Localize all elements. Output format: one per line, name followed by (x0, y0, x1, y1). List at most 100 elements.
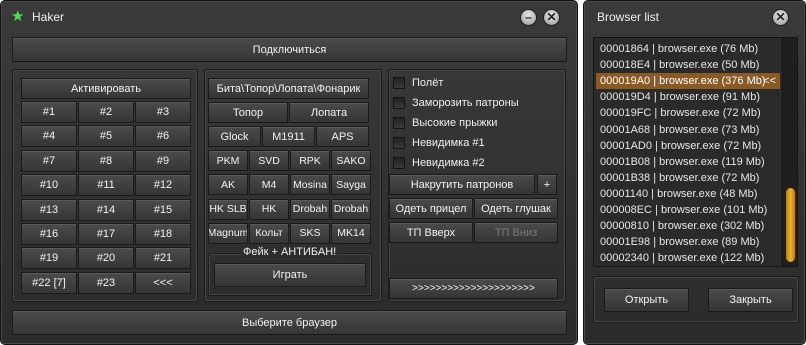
browser-list-item[interactable]: 00001E98 | browser.exe (89 Mb) (596, 234, 776, 250)
number-button[interactable]: #14 (78, 198, 134, 221)
gun-button[interactable]: Sayga (331, 174, 371, 196)
gun-button[interactable]: HK (249, 198, 289, 220)
number-button[interactable]: #16 (21, 223, 77, 245)
number-button[interactable]: #17 (78, 223, 134, 245)
scrollbar-thumb[interactable] (786, 188, 795, 262)
gun-button[interactable]: SKS (290, 222, 330, 244)
browser-list-item[interactable]: 000019D4 | browser.exe (91 Mb) (596, 89, 776, 105)
gun-button[interactable]: Drobah (290, 198, 330, 220)
checkbox-box[interactable] (393, 117, 405, 129)
checkbox-option[interactable]: Заморозить патроны (393, 95, 519, 111)
number-button[interactable]: #2 (78, 101, 134, 123)
tp-down-button[interactable]: ТП Вниз (474, 222, 558, 243)
tp-up-button[interactable]: ТП Вверх (389, 222, 473, 243)
browser-listbox[interactable]: 00001864 | browser.exe (76 Mb) 000018E4 |… (593, 37, 798, 267)
number-button[interactable]: #7 (21, 149, 77, 172)
scrollbar[interactable] (782, 38, 797, 266)
browser-list-item[interactable]: 00001A68 | browser.exe (73 Mb) (596, 122, 776, 138)
open-button[interactable]: Открыть (604, 288, 689, 312)
gun-button[interactable]: PKM (208, 150, 248, 172)
checkbox-option[interactable]: Невидимка #2 (393, 155, 485, 171)
number-button[interactable]: #20 (78, 247, 134, 270)
browser-list-item[interactable]: 00001B38 | browser.exe (72 Mb) (596, 170, 776, 186)
checkbox-option[interactable]: Полёт (393, 75, 443, 91)
number-button[interactable]: #13 (21, 198, 77, 221)
close-button[interactable]: ✕ (543, 9, 560, 26)
number-button[interactable]: #5 (78, 125, 134, 148)
gun-button[interactable]: MK14 (331, 222, 371, 244)
browser-list-item[interactable]: 000008EC | browser.exe (101 Mb) (596, 202, 776, 218)
checkbox-option[interactable]: Невидимка #1 (393, 135, 485, 151)
number-button[interactable]: <<< (135, 271, 191, 294)
number-button[interactable]: #11 (78, 174, 134, 197)
melee-button[interactable]: Бита\Топор\Лопата\Фонарик (208, 78, 369, 99)
gun-button[interactable]: Кольт (249, 222, 289, 244)
shovel-button[interactable]: Лопата (289, 102, 369, 123)
gun-button[interactable]: M4 (249, 174, 289, 196)
browser-list-item[interactable]: 00001AD0 | browser.exe (72 Mb) (596, 138, 776, 154)
browser-list-item[interactable]: 00000810 | browser.exe (302 Mb) (596, 218, 776, 234)
gun-button[interactable]: Magnum (208, 222, 248, 244)
gun-button[interactable]: Mosina (290, 174, 330, 196)
number-button[interactable]: #8 (78, 149, 134, 172)
gun-button[interactable]: APS (316, 126, 369, 147)
number-button[interactable]: #19 (21, 247, 77, 270)
checkbox-label: Заморозить патроны (412, 97, 519, 109)
close-list-button[interactable]: Закрыть (708, 288, 793, 312)
checkbox-box[interactable] (393, 157, 405, 169)
play-button[interactable]: Играть (214, 263, 366, 287)
browser-item-label: 00001B08 | browser.exe (119 Mb) (600, 155, 765, 168)
add-ammo-plus-button[interactable]: + (537, 174, 557, 195)
checkbox-label: Высокие прыжки (412, 117, 498, 129)
gun-button[interactable]: HK SLB (208, 198, 248, 220)
gun-button[interactable]: SVD (249, 150, 289, 172)
browser-item-label: 000008EC | browser.exe (101 Mb) (600, 204, 768, 216)
browser-close-button[interactable]: ✕ (772, 9, 789, 26)
browser-list-item[interactable]: 000019A0 | browser.exe (376 Mb) << (596, 73, 780, 90)
browser-list-item[interactable]: 00001140 | browser.exe (48 Mb) (596, 186, 776, 202)
number-button[interactable]: #6 (135, 125, 191, 148)
number-button[interactable]: #22 [7] (21, 271, 77, 294)
arrows-button[interactable]: >>>>>>>>>>>>>>>>>>>>> (389, 278, 558, 299)
number-button[interactable]: #18 (135, 223, 191, 245)
connect-button[interactable]: Подключиться (12, 37, 567, 62)
gun-button[interactable]: SAKO (331, 150, 371, 172)
number-button[interactable]: #15 (135, 198, 191, 221)
browser-list-item[interactable]: 000018E4 | browser.exe (50 Mb) (596, 57, 776, 73)
number-button[interactable]: #10 (21, 174, 77, 197)
gun-button[interactable]: Drobah (331, 198, 371, 220)
browser-list-item[interactable]: 00001B08 | browser.exe (119 Mb) (596, 154, 776, 170)
browser-list-item[interactable]: 00001864 | browser.exe (76 Mb) (596, 41, 776, 57)
browser-list-window: Browser list ✕ 00001864 | browser.exe (7… (583, 0, 806, 345)
choose-browser-button[interactable]: Выберите браузер (12, 310, 567, 335)
number-button[interactable]: #9 (135, 149, 191, 172)
number-button[interactable]: #21 (135, 247, 191, 270)
gun-button[interactable]: AK (208, 174, 248, 196)
number-button[interactable]: #12 (135, 174, 191, 197)
equip-scope-button[interactable]: Одеть прицел (389, 198, 473, 219)
add-ammo-button[interactable]: Накрутить патронов (389, 174, 535, 195)
browser-list-item[interactable]: 000019FC | browser.exe (72 Mb) (596, 105, 776, 121)
checkbox-box[interactable] (393, 97, 405, 109)
minimize-button[interactable]: – (520, 9, 537, 26)
number-button[interactable]: #23 (78, 271, 134, 294)
gun-button[interactable]: RPK (290, 150, 330, 172)
weapons-panel: Бита\Топор\Лопата\Фонарик Топор Лопата G… (204, 69, 382, 302)
gun-button[interactable]: M1911 (262, 126, 315, 147)
browser-titlebar[interactable]: Browser list ✕ (584, 1, 805, 31)
browser-item-label: 00001B38 | browser.exe (72 Mb) (600, 171, 760, 184)
equip-silencer-button[interactable]: Одеть глушак (474, 198, 558, 219)
activate-button[interactable]: Активировать (21, 78, 191, 99)
number-button[interactable]: #3 (135, 101, 191, 123)
fake-label: Фейк + АНТИБАН! (241, 246, 339, 258)
gun-button[interactable]: Glock (208, 126, 261, 147)
checkbox-box[interactable] (393, 77, 405, 89)
browser-list-item[interactable]: 00002340 | browser.exe (122 Mb) (596, 250, 776, 266)
number-button[interactable]: #4 (21, 125, 77, 148)
main-titlebar[interactable]: ★ Haker – ✕ (1, 1, 577, 31)
axe-button[interactable]: Топор (208, 102, 288, 123)
number-button[interactable]: #1 (21, 101, 77, 123)
checkbox-box[interactable] (393, 137, 405, 149)
checkbox-option[interactable]: Высокие прыжки (393, 115, 497, 131)
checkbox-label: Полёт (412, 77, 444, 89)
